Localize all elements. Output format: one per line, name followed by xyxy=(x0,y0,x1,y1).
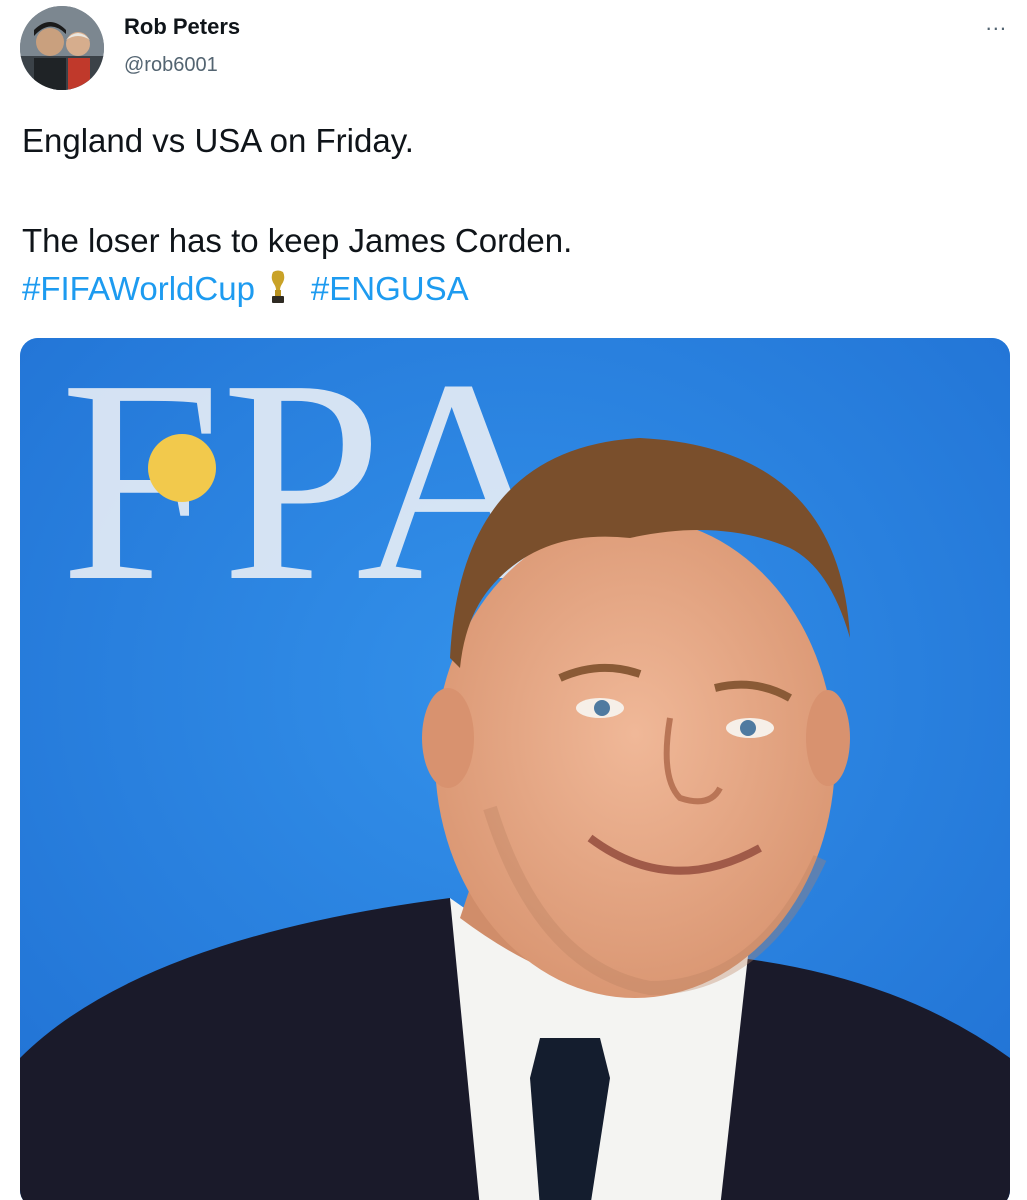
tweet-text-line-2: The loser has to keep James Corden. xyxy=(22,222,573,259)
trophy-icon xyxy=(271,270,285,303)
hashtag-row: #FIFAWorldCup #ENGUSA xyxy=(22,270,469,308)
more-options-icon[interactable]: ... xyxy=(986,10,1007,36)
author-name[interactable]: Rob Peters xyxy=(124,14,240,40)
tweet-text-line-1: England vs USA on Friday. xyxy=(22,122,414,159)
hashtag-fifaworldcup[interactable]: #FIFAWorldCup xyxy=(22,270,255,307)
photo-illustration: FPA xyxy=(20,338,1010,1200)
tweet: Rob Peters @rob6001 ... England vs USA o… xyxy=(0,0,1027,1200)
backdrop-dot xyxy=(148,434,216,502)
tweet-photo[interactable]: FPA xyxy=(20,338,1010,1200)
hashtag-engusa[interactable]: #ENGUSA xyxy=(311,270,469,307)
avatar[interactable] xyxy=(20,6,104,90)
avatar-image xyxy=(20,6,104,90)
author-handle[interactable]: @rob6001 xyxy=(124,54,218,77)
